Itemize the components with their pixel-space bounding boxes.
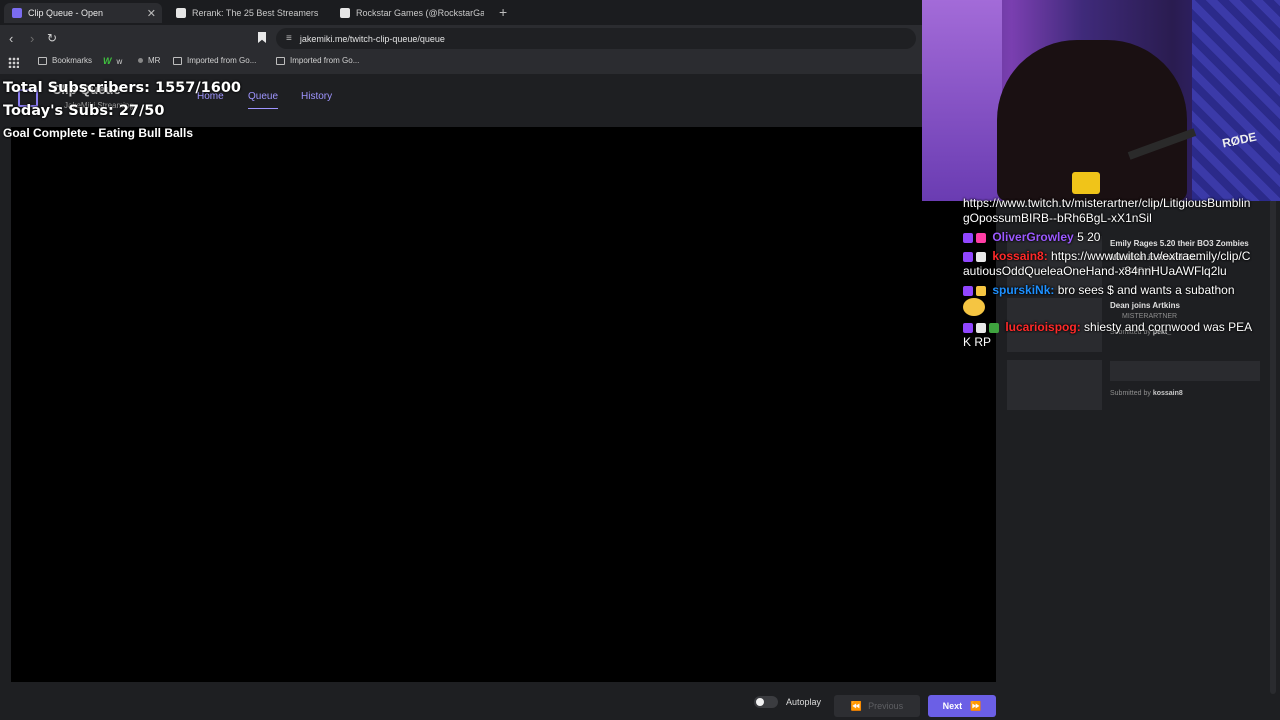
acoustic-panel (1192, 0, 1280, 201)
total-subscribers: Total Subscribers: 1557/1600 (3, 80, 242, 96)
chat-message: kossain8: https://www.twitch.tv/extraemi… (963, 249, 1253, 279)
twitch-badge-icon (963, 322, 973, 333)
bookmark-label: Imported from Go... (290, 56, 360, 65)
rocket-badge-icon (976, 285, 986, 296)
apps-grid-icon[interactable] (8, 57, 19, 68)
submitted-by: Submitted by kossain8 (1110, 390, 1183, 397)
player-controls: Autoplay ⏪ Previous Next ⏩ (0, 692, 1000, 720)
tab-rockstar[interactable]: Rockstar Games (@RockstarGames) / (332, 3, 484, 23)
chat-message: spurskiNk: bro sees $ and wants a subath… (963, 283, 1253, 316)
next-label: Next (942, 701, 963, 711)
bookmark-imported-2[interactable]: Imported from Go... (276, 56, 359, 65)
twitch-badge-icon (963, 251, 973, 262)
pl-badge-icon (989, 322, 999, 333)
tab-title: Rerank: The 25 Best Streamers Right (192, 8, 320, 18)
address-bar[interactable]: ≡ jakemiki.me/twitch-clip-queue/queue (276, 28, 916, 49)
webcam-background (922, 0, 1002, 201)
previous-button[interactable]: ⏪ Previous (834, 695, 920, 717)
folder-icon (276, 56, 285, 65)
tab-clip-queue[interactable]: Clip Queue - Open ✕ (4, 3, 162, 23)
queue-item[interactable]: Submitted by kossain8 (1007, 358, 1262, 420)
mr-icon (138, 58, 143, 63)
tab-rerank[interactable]: Rerank: The 25 Best Streamers Right (168, 3, 320, 23)
autoplay-label: Autoplay (786, 697, 822, 707)
chat-username: lucarioispog: (1005, 320, 1081, 334)
w-icon: W (103, 56, 112, 66)
chat-username: kossain8: (992, 249, 1048, 263)
forward-arrow-icon[interactable]: › (30, 31, 34, 46)
chat-message: OliverGrowley 5 20 (963, 230, 1253, 245)
bookmark-imported-1[interactable]: Imported from Go... (173, 56, 256, 65)
sub-goal-overlay: Total Subscribers: 1557/1600 Today's Sub… (3, 77, 241, 143)
url-text: jakemiki.me/twitch-clip-queue/queue (299, 33, 445, 44)
next-button[interactable]: Next ⏩ (928, 695, 996, 717)
yellow-cup (1072, 172, 1100, 194)
webcam-feed: RØDE (922, 0, 1280, 201)
tab-title: Rockstar Games (@RockstarGames) / (356, 8, 484, 18)
twitch-badge-icon (963, 285, 973, 296)
toggle-knob (756, 698, 764, 706)
autoplay-toggle[interactable] (754, 696, 778, 708)
bookmark-label: Bookmarks (52, 56, 93, 65)
twitch-badge-icon (963, 232, 973, 243)
bookmark-label: Imported from Go... (187, 56, 257, 65)
chat-username: spurskiNk: (992, 283, 1055, 297)
new-tab-button[interactable]: + (499, 4, 507, 20)
chat-message: lucarioispog: shiesty and cornwood was P… (963, 320, 1253, 350)
clip-thumbnail (1007, 360, 1102, 410)
video-badge-icon (976, 251, 986, 262)
chat-text: https://www.twitch.tv/misterartner/clip/… (963, 196, 1251, 225)
goal-status: Goal Complete - Eating Bull Balls (3, 126, 194, 140)
today-subs: Today's Subs: 27/50 (3, 103, 165, 119)
emote-icon (963, 298, 985, 316)
chat-overlay: https://www.twitch.tv/misterartner/clip/… (963, 196, 1253, 354)
rerank-favicon-icon (176, 8, 186, 18)
folder-icon (173, 56, 182, 65)
back-arrow-icon[interactable]: ‹ (9, 31, 13, 46)
clip-title-placeholder (1110, 361, 1260, 381)
x-favicon-icon (340, 8, 350, 18)
reload-icon[interactable]: ↻ (47, 31, 57, 45)
clip-player[interactable] (11, 127, 996, 682)
previous-label: Previous (868, 701, 904, 711)
site-info-icon[interactable]: ≡ (286, 33, 292, 44)
sword-badge-icon (976, 322, 986, 333)
bookmark-label: w (116, 56, 123, 66)
tab-title: Clip Queue - Open (28, 8, 104, 18)
heart-badge-icon (976, 232, 986, 243)
fast-forward-icon: ⏩ (970, 700, 982, 711)
chat-text: 5 20 (1077, 230, 1101, 244)
chat-text: bro sees $ and wants a subathon (1057, 283, 1235, 297)
bookmark-icon[interactable] (258, 32, 266, 43)
folder-icon (38, 56, 47, 65)
bookmark-bookmarks[interactable]: Bookmarks (38, 56, 92, 65)
chat-message: https://www.twitch.tv/misterartner/clip/… (963, 196, 1253, 226)
bookmark-w[interactable]: W w (103, 56, 122, 66)
submitted-prefix: Submitted by (1110, 390, 1151, 397)
submitter-name: kossain8 (1152, 390, 1183, 397)
chat-username: OliverGrowley (992, 230, 1074, 244)
bookmark-mr[interactable]: MR (138, 56, 160, 65)
rewind-icon: ⏪ (850, 700, 863, 711)
bookmark-label: MR (148, 56, 161, 65)
nav-queue[interactable]: Queue (248, 91, 279, 109)
close-tab-icon[interactable]: ✕ (147, 7, 156, 20)
twitch-favicon-icon (12, 8, 22, 18)
nav-history[interactable]: History (301, 91, 332, 102)
